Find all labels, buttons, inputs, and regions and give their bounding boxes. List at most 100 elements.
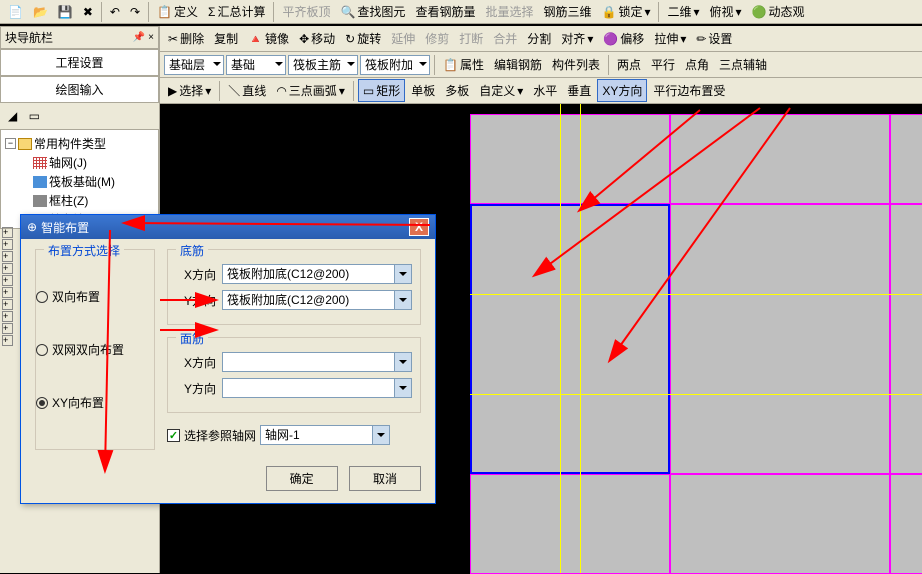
expand-icon[interactable]: + <box>2 311 13 322</box>
top-legend: 面筋 <box>176 330 208 347</box>
dialog-titlebar[interactable]: ⊕ 智能布置 X <box>21 215 435 239</box>
line-button[interactable]: ＼ 直线 <box>224 80 270 101</box>
multi-board-button[interactable]: 多板 <box>441 80 473 101</box>
draw-toolbar: ▶ 选择 ▾ ＼ 直线 ◠ 三点画弧 ▾ ▭ 矩形 单板 多板 自定义 ▾ 水平… <box>160 78 922 104</box>
y-direction-label: Y方向 <box>176 380 216 397</box>
expand-icon[interactable]: + <box>2 299 13 310</box>
close-icon[interactable]: ✖ <box>79 3 97 21</box>
bottom-y-combo[interactable]: 筏板附加底(C12@200) <box>222 290 412 310</box>
merge-button: 合并 <box>489 28 521 49</box>
ok-button[interactable]: 确定 <box>266 466 338 491</box>
custom-button[interactable]: 自定义 ▾ <box>475 80 527 101</box>
undo-icon[interactable]: ↶ <box>106 3 124 21</box>
component-toolbar: 基础层 基础 筏板主筋 筏板附加 📋 属性 编辑钢筋 构件列表 两点 平行 点角… <box>160 52 922 78</box>
x-direction-label: X方向 <box>176 354 216 371</box>
radio-icon[interactable] <box>36 291 48 303</box>
parallel-button[interactable]: 平行 <box>647 54 679 75</box>
grid-icon <box>33 157 47 169</box>
ref-axis-label: 选择参照轴网 <box>184 427 256 444</box>
expand-icon[interactable]: + <box>2 287 13 298</box>
move-button[interactable]: ✥ 移动 <box>295 28 339 49</box>
lock-button[interactable]: 🔒 锁定 ▾ <box>597 1 654 22</box>
align-top-button: 平齐板顶 <box>278 1 334 22</box>
check-rebar-button[interactable]: 查看钢筋量 <box>411 1 479 22</box>
three-aux-button[interactable]: 三点辅轴 <box>715 54 771 75</box>
tree-item-raft[interactable]: 筏板基础(M) <box>5 172 154 191</box>
save-icon[interactable]: 💾 <box>54 3 77 21</box>
stretch-button[interactable]: 拉伸 ▾ <box>650 28 690 49</box>
raft-icon <box>33 176 47 188</box>
split-button[interactable]: 分割 <box>523 28 555 49</box>
radio-icon[interactable] <box>36 397 48 409</box>
tree-item-column[interactable]: 框柱(Z) <box>5 191 154 210</box>
radio-icon[interactable] <box>36 344 48 356</box>
parallel-edge-button[interactable]: 平行边布置受 <box>649 80 729 101</box>
delete-button[interactable]: ✂ 删除 <box>164 28 208 49</box>
dialog-close-button[interactable]: X <box>409 218 429 236</box>
ref-axis-checkbox[interactable]: ✓ <box>167 429 180 442</box>
select-button[interactable]: ▶ 选择 ▾ <box>164 80 215 101</box>
expand-icon[interactable]: + <box>2 263 13 274</box>
category-dropdown[interactable]: 基础 <box>226 55 286 75</box>
new-icon[interactable]: 📄 <box>4 3 27 21</box>
settings-button[interactable]: ✏ 设置 <box>692 28 736 49</box>
tree-tool-icon[interactable]: ▭ <box>25 107 44 125</box>
define-button[interactable]: 📋 定义 <box>153 1 202 22</box>
vert-button[interactable]: 垂直 <box>563 80 595 101</box>
floor-dropdown[interactable]: 基础层 <box>164 55 224 75</box>
horiz-button[interactable]: 水平 <box>529 80 561 101</box>
two-point-button[interactable]: 两点 <box>613 54 645 75</box>
batch-select-button: 批量选择 <box>481 1 537 22</box>
top-x-combo[interactable] <box>222 352 412 372</box>
expand-icon[interactable]: − <box>5 138 16 149</box>
2d-button[interactable]: 二维 ▾ <box>663 1 703 22</box>
expand-icon[interactable]: + <box>2 227 13 238</box>
tree-item-axis[interactable]: 轴网(J) <box>5 153 154 172</box>
point-angle-button[interactable]: 点角 <box>681 54 713 75</box>
tab-draw-input[interactable]: 绘图输入 <box>0 76 159 103</box>
x-direction-label: X方向 <box>176 266 216 283</box>
dyn-view-button[interactable]: 🟢 动态观 <box>748 1 809 22</box>
bottom-legend: 底筋 <box>176 242 208 259</box>
column-icon <box>33 195 47 207</box>
opt-double-net[interactable]: 双网双向布置 <box>36 341 154 358</box>
cancel-button[interactable]: 取消 <box>349 466 421 491</box>
opt-xy-direction[interactable]: XY向布置 <box>36 394 154 411</box>
bird-view-button[interactable]: 俯视 ▾ <box>706 1 746 22</box>
tree-collapse-icon[interactable]: ◢ <box>4 107 21 125</box>
props-button[interactable]: 📋 属性 <box>439 54 488 75</box>
copy-button[interactable]: 复制 <box>210 28 242 49</box>
open-icon[interactable]: 📂 <box>29 3 52 21</box>
arc-button[interactable]: ◠ 三点画弧 ▾ <box>272 80 349 101</box>
tree-root[interactable]: − 常用构件类型 <box>5 134 154 153</box>
rebar-3d-button[interactable]: 钢筋三维 <box>539 1 595 22</box>
xy-direction-button[interactable]: XY方向 <box>597 79 647 102</box>
find-elem-button[interactable]: 🔍 查找图元 <box>336 1 409 22</box>
ref-axis-combo[interactable]: 轴网-1 <box>260 425 390 445</box>
expand-icon[interactable]: + <box>2 239 13 250</box>
offset-button[interactable]: 🟣 偏移 <box>599 28 648 49</box>
sigma-button[interactable]: Σ 汇总计算 <box>204 1 269 22</box>
expand-icon[interactable]: + <box>2 323 13 334</box>
comp-list-button[interactable]: 构件列表 <box>548 54 604 75</box>
tab-project-settings[interactable]: 工程设置 <box>0 49 159 76</box>
mirror-button[interactable]: 🔺 镜像 <box>244 28 293 49</box>
smart-layout-dialog: ⊕ 智能布置 X 布置方式选择 双向布置 双网双向布置 XY向布置 底筋 <box>20 214 436 504</box>
subtype-dropdown[interactable]: 筏板附加 <box>360 55 430 75</box>
expand-icon[interactable]: + <box>2 335 13 346</box>
top-y-combo[interactable] <box>222 378 412 398</box>
single-board-button[interactable]: 单板 <box>407 80 439 101</box>
rotate-button[interactable]: ↻ 旋转 <box>341 28 385 49</box>
pin-icon[interactable]: 📌 × <box>133 32 154 43</box>
bottom-rebar-fieldset: 底筋 X方向 筏板附加底(C12@200) Y方向 筏板附加底(C12@200) <box>167 249 421 325</box>
redo-icon[interactable]: ↷ <box>126 3 144 21</box>
expand-icon[interactable]: + <box>2 251 13 262</box>
expand-icon[interactable]: + <box>2 275 13 286</box>
bottom-x-combo[interactable]: 筏板附加底(C12@200) <box>222 264 412 284</box>
align-button[interactable]: 对齐 ▾ <box>557 28 597 49</box>
rect-button[interactable]: ▭ 矩形 <box>358 79 405 102</box>
opt-bidirectional[interactable]: 双向布置 <box>36 288 154 305</box>
edit-rebar-button[interactable]: 编辑钢筋 <box>490 54 546 75</box>
y-direction-label: Y方向 <box>176 292 216 309</box>
type-dropdown[interactable]: 筏板主筋 <box>288 55 358 75</box>
